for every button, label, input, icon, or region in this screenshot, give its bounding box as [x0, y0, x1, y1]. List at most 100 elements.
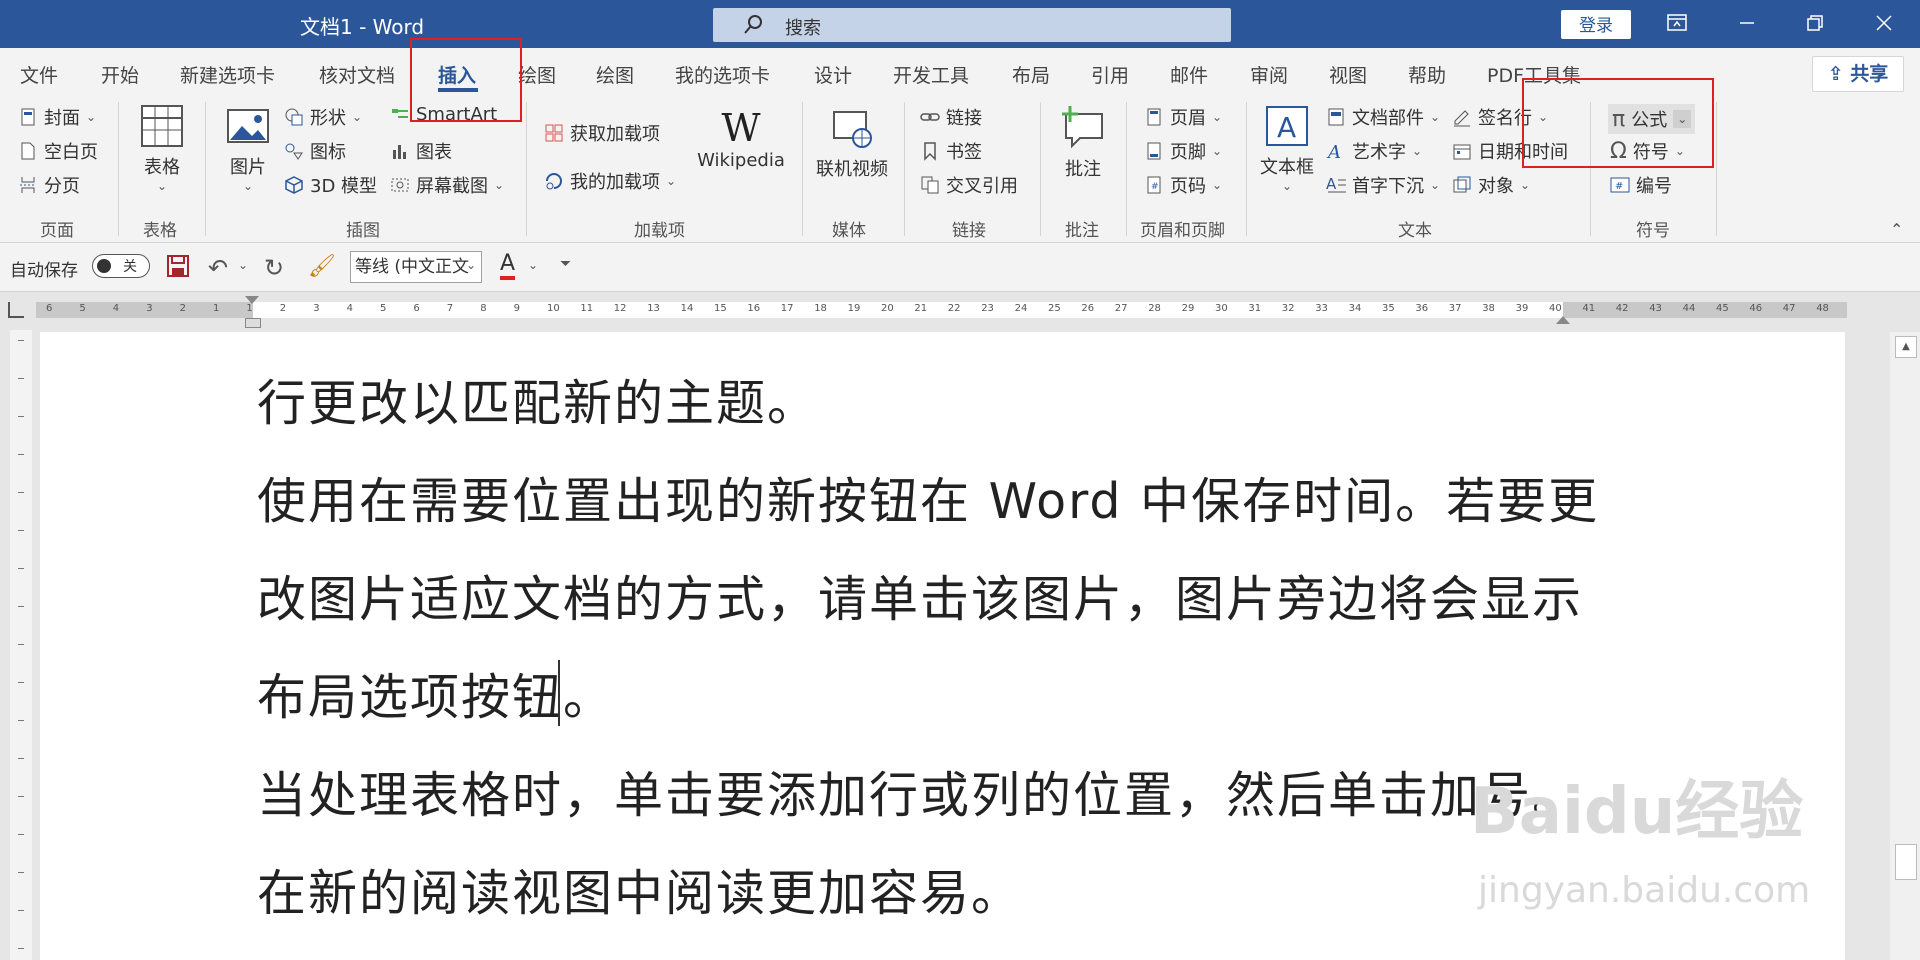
text-box-button[interactable]: A 文本框 ⌄: [1258, 104, 1316, 193]
close-icon[interactable]: [1873, 12, 1895, 34]
font-color-dropdown-icon[interactable]: ⌄: [528, 258, 538, 272]
table-button[interactable]: 表格 ⌄: [138, 104, 186, 193]
font-select[interactable]: 等线 (中文正文: [350, 251, 482, 283]
get-addins-label: 获取加载项: [570, 124, 660, 145]
page-number-button[interactable]: # 页码 ⌄: [1144, 172, 1222, 198]
vertical-ruler[interactable]: [10, 330, 32, 960]
tab-view[interactable]: 视图: [1329, 61, 1367, 88]
footer-button[interactable]: 页脚 ⌄: [1144, 138, 1222, 164]
link-button[interactable]: 链接: [920, 104, 982, 130]
number-button[interactable]: # 编号: [1610, 172, 1672, 198]
icons-icon: [285, 143, 303, 160]
shapes-label: 形状: [310, 108, 346, 129]
ruler-tick-label: 18: [814, 303, 827, 314]
tab-home[interactable]: 开始: [101, 61, 139, 88]
group-separator: [1716, 102, 1717, 236]
ruler-tick-label: 22: [947, 303, 961, 314]
ruler-tick-label: 1: [246, 303, 253, 314]
quick-parts-button[interactable]: 文档部件 ⌄: [1326, 104, 1440, 130]
save-icon[interactable]: [166, 254, 190, 282]
scroll-thumb[interactable]: [1895, 844, 1917, 880]
cross-reference-button[interactable]: 交叉引用: [920, 172, 1018, 198]
3d-models-button[interactable]: 3D 模型: [284, 172, 377, 198]
scroll-up-icon[interactable]: ▲: [1895, 336, 1917, 358]
ruler-tick-label: 1: [213, 303, 220, 314]
drop-cap-button[interactable]: A 首字下沉 ⌄: [1326, 172, 1440, 198]
chart-button[interactable]: 图表: [390, 138, 452, 164]
tab-references[interactable]: 引用: [1091, 61, 1129, 88]
cover-page-button[interactable]: 封面 ⌄: [18, 104, 96, 130]
online-video-button[interactable]: 联机视频: [814, 108, 890, 181]
ribbon-display-options-icon[interactable]: [1666, 12, 1688, 34]
tab-selector-icon[interactable]: [8, 302, 24, 318]
ruler-tick-label: 4: [346, 303, 353, 314]
vertical-scrollbar[interactable]: ▲: [1890, 332, 1920, 960]
document-line[interactable]: 当处理表格时，单击要添加行或列的位置，然后单击加号。: [257, 756, 1583, 827]
login-button[interactable]: 登录: [1561, 10, 1631, 39]
minimize-icon[interactable]: [1736, 12, 1758, 34]
comment-button[interactable]: 批注: [1058, 104, 1108, 181]
group-separator: [1246, 102, 1247, 236]
bookmark-button[interactable]: 书签: [920, 138, 982, 164]
left-indent-marker[interactable]: [245, 318, 261, 328]
wordart-button[interactable]: A 艺术字 ⌄: [1326, 138, 1422, 164]
document-line[interactable]: 在新的阅读视图中阅读更加容易。: [257, 854, 1022, 925]
tab-my-tab[interactable]: 我的选项卡: [675, 61, 770, 88]
tab-draw-1[interactable]: 绘图: [518, 61, 556, 88]
text-cursor: [558, 660, 560, 726]
redo-icon[interactable]: ↻: [264, 254, 284, 282]
tab-proofread[interactable]: 核对文档: [319, 61, 395, 88]
collapse-ribbon-icon[interactable]: ⌃: [1890, 220, 1903, 239]
header-icon: [1147, 108, 1161, 126]
tab-review[interactable]: 审阅: [1250, 61, 1288, 88]
get-addins-button[interactable]: 获取加载项: [544, 120, 660, 146]
wikipedia-button[interactable]: W Wikipedia: [696, 106, 786, 171]
tab-developer[interactable]: 开发工具: [893, 61, 969, 88]
undo-icon[interactable]: ↶: [208, 254, 228, 282]
vertical-ruler-tick: [18, 834, 24, 835]
autosave-toggle[interactable]: 关: [92, 254, 150, 278]
group-separator: [1040, 102, 1041, 236]
font-color-button[interactable]: A: [500, 252, 516, 280]
first-line-indent-marker[interactable]: [245, 296, 259, 304]
tab-help[interactable]: 帮助: [1408, 61, 1446, 88]
tab-mailings[interactable]: 邮件: [1170, 61, 1208, 88]
shapes-button[interactable]: 形状 ⌄: [284, 104, 362, 130]
font-dropdown-icon[interactable]: ⌄: [466, 258, 476, 272]
tab-new-tab[interactable]: 新建选项卡: [180, 61, 275, 88]
document-line[interactable]: 行更改以匹配新的主题。: [257, 364, 818, 435]
screenshot-button[interactable]: 屏幕截图 ⌄: [390, 172, 504, 198]
tab-draw-2[interactable]: 绘图: [596, 61, 634, 88]
autosave-label: 自动保存: [10, 261, 78, 281]
page-break-button[interactable]: 分页: [18, 172, 80, 198]
object-button[interactable]: 对象 ⌄: [1452, 172, 1530, 198]
share-button[interactable]: ⇪ 共享: [1812, 56, 1904, 92]
document-line[interactable]: 使用在需要位置出现的新按钮在 Word 中保存时间。若要更: [257, 462, 1599, 533]
tab-file[interactable]: 文件: [20, 61, 58, 88]
undo-dropdown-icon[interactable]: ⌄: [238, 258, 248, 272]
format-painter-icon[interactable]: 🖌: [308, 254, 336, 279]
ruler-tick-label: 4: [112, 303, 120, 314]
blank-page-button[interactable]: 空白页: [18, 138, 98, 164]
vertical-ruler-tick: [18, 454, 24, 455]
tab-layout[interactable]: 布局: [1012, 61, 1050, 88]
vertical-ruler-tick: [18, 644, 24, 645]
right-indent-marker[interactable]: [1556, 316, 1570, 324]
document-line[interactable]: 改图片适应文档的方式，请单击该图片，图片旁边将会显示: [257, 560, 1583, 631]
customize-qat-icon[interactable]: ⏷: [560, 256, 571, 272]
header-button[interactable]: 页眉 ⌄: [1144, 104, 1222, 130]
ruler-tick-label: 42: [1615, 303, 1629, 314]
restore-icon[interactable]: [1804, 12, 1826, 34]
picture-button[interactable]: 图片 ⌄: [224, 104, 272, 193]
horizontal-ruler[interactable]: 6 5 4 3 2 1 1 2 3 4 5 6 7 8 9 10 11 12 13 14 15 16 17 18 19 20 21 2…: [0, 292, 1920, 328]
ruler-tick-label: 2: [279, 303, 287, 314]
my-addins-button[interactable]: 我的加载项 ⌄: [544, 168, 676, 194]
tab-design[interactable]: 设计: [814, 61, 852, 88]
search-input[interactable]: 搜索: [713, 8, 1231, 42]
document-line[interactable]: 布局选项按钮。: [257, 658, 614, 729]
ruler-tick-label: 19: [847, 303, 861, 314]
ruler-tick-label: 24: [1014, 303, 1028, 314]
footer-label: 页脚: [1170, 142, 1206, 163]
screenshot-label: 屏幕截图: [416, 176, 488, 197]
icons-button[interactable]: 图标: [284, 138, 346, 164]
